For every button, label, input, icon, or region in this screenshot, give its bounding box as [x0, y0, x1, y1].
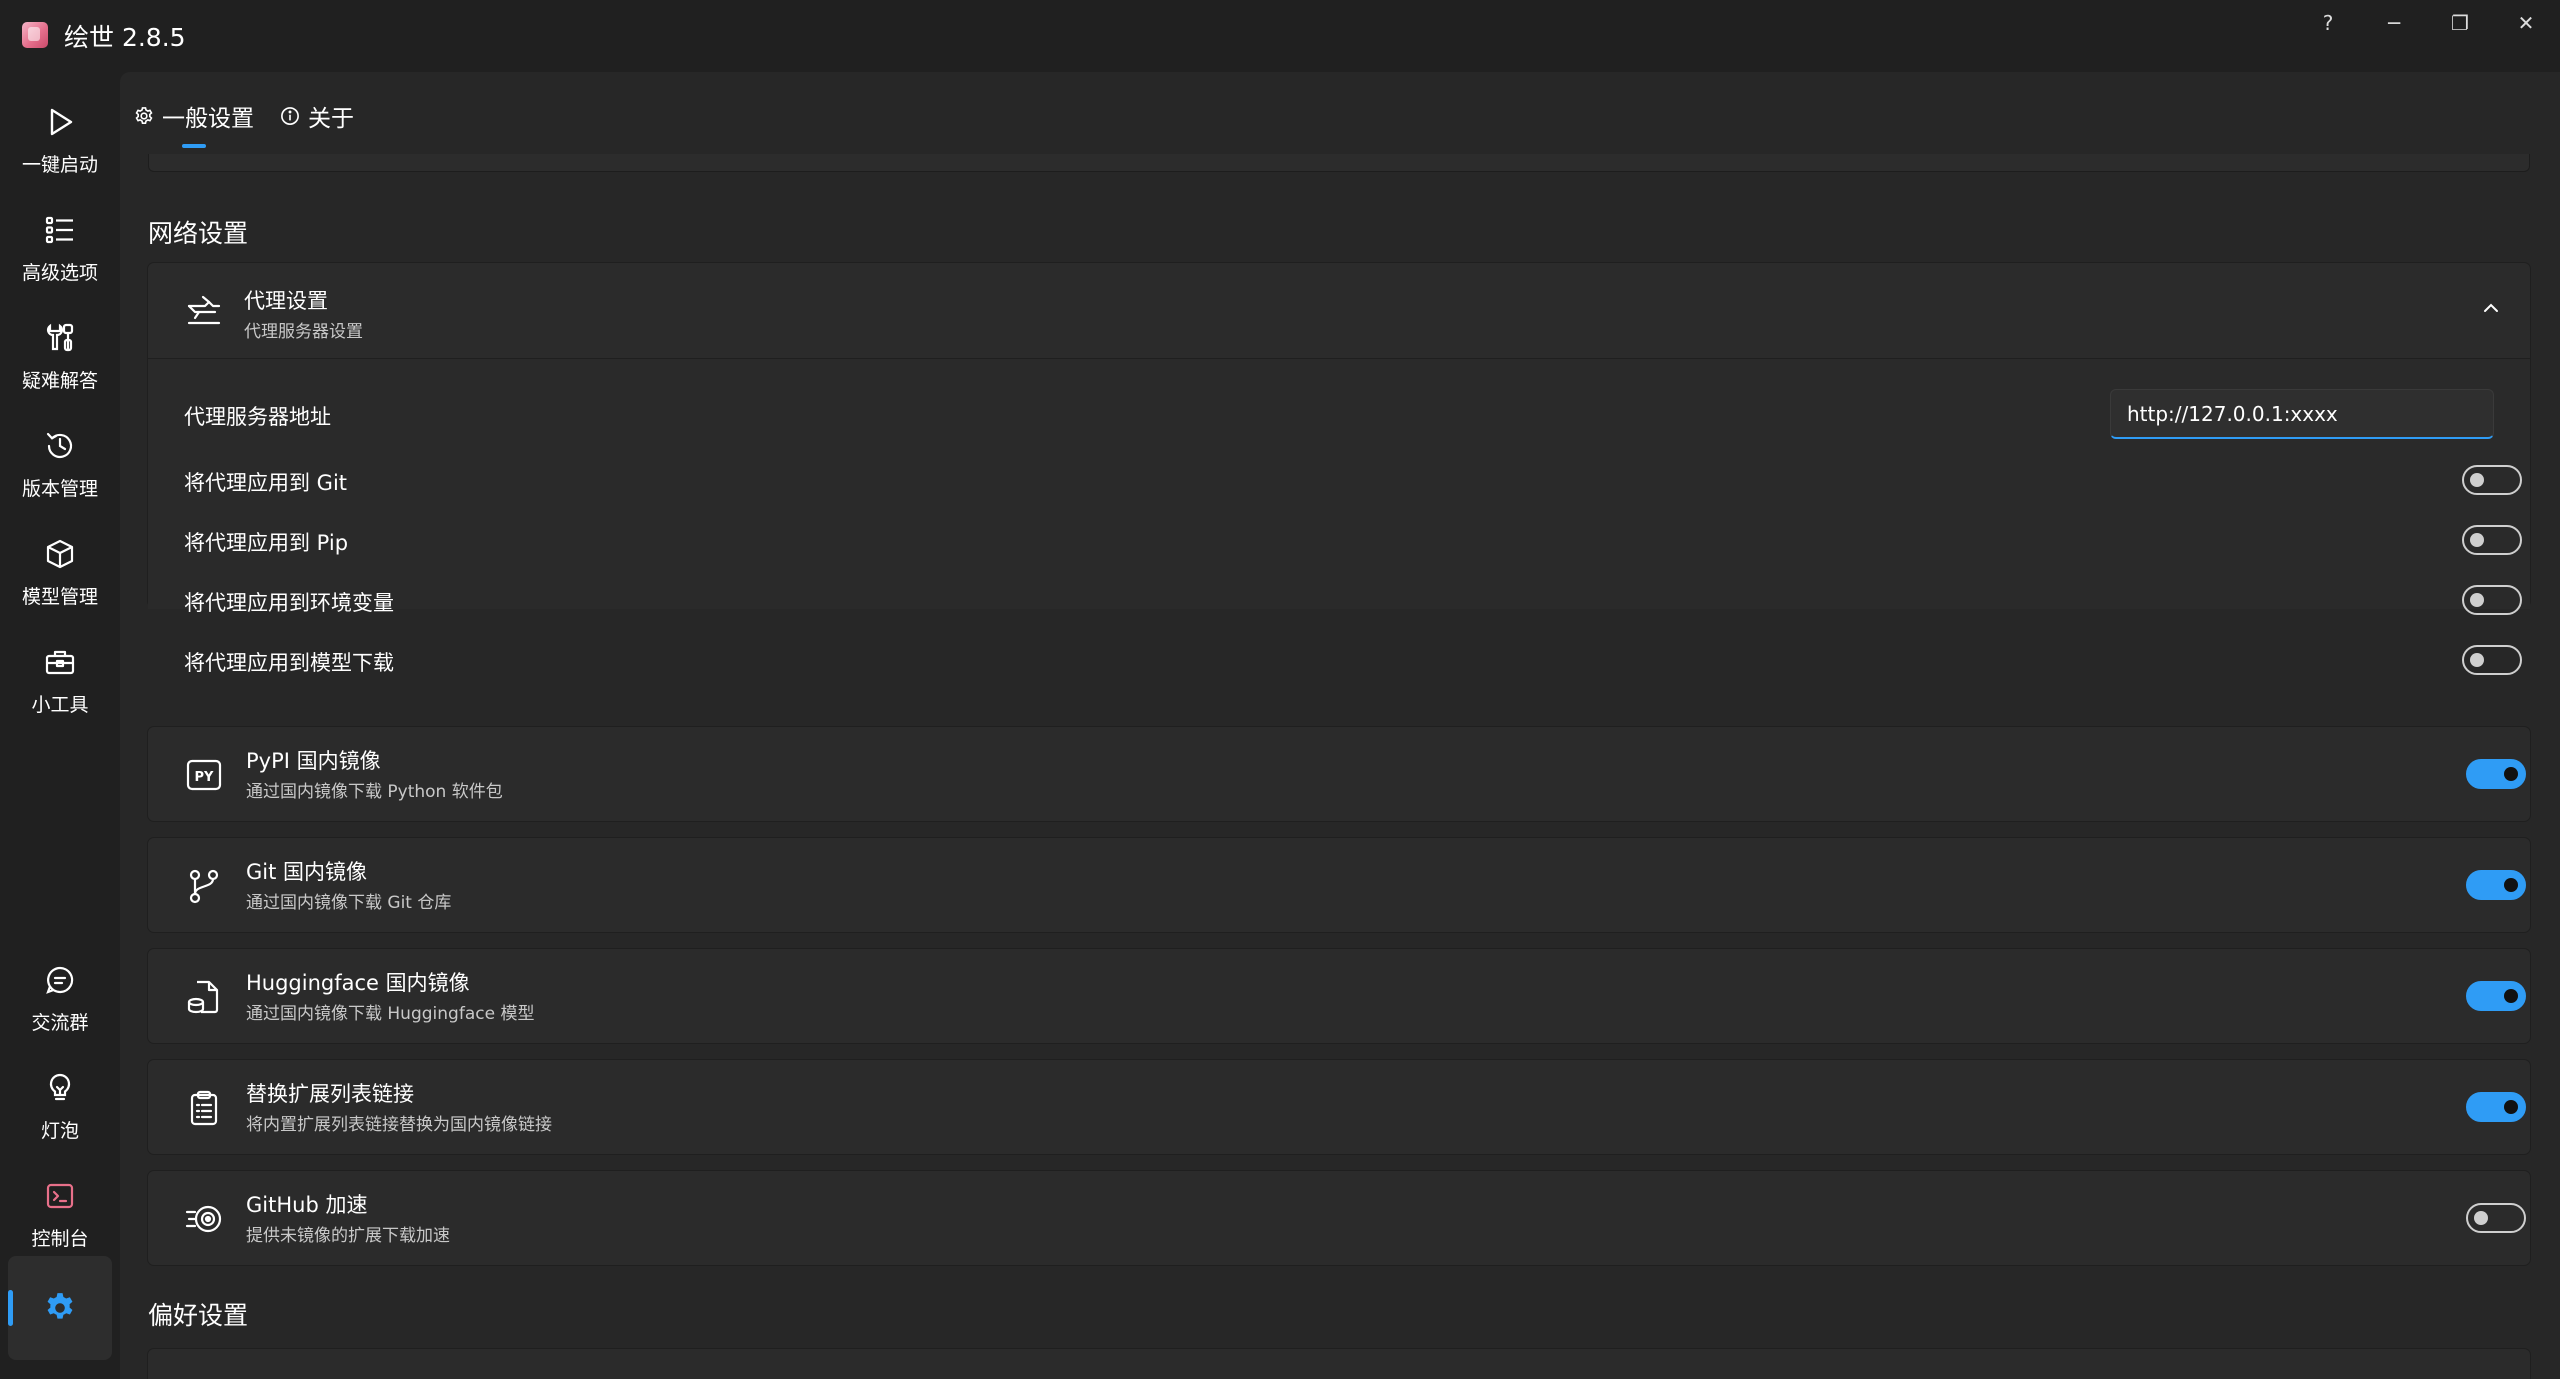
proxy-settings-body: 代理服务器地址 将代理应用到 Git 将代理应用到 Pip 将代理应用到环境变量	[148, 359, 2530, 615]
list-icon	[42, 212, 78, 248]
proxy-icon	[184, 291, 224, 331]
proxy-model-download-toggle[interactable]	[2462, 645, 2522, 675]
sidebar-item-bulb[interactable]: 灯泡	[8, 1052, 112, 1156]
maximize-button[interactable]: ❐	[2428, 0, 2492, 46]
tab-selected-indicator	[182, 144, 206, 148]
sidebar-item-label: 交流群	[31, 1012, 89, 1034]
sidebar: 一键启动 高级选项 疑难解答 版本管理 模型管理 小工具 交流群 灯泡 控制台	[0, 72, 120, 1379]
huggingface-mirror-description: 通过国内镜像下载 Huggingface 模型	[246, 1004, 535, 1024]
title-bar: 绘世 2.8.5 ? ─ ❐ ✕	[0, 0, 2560, 72]
active-indicator	[8, 1290, 13, 1326]
history-icon	[42, 428, 78, 464]
git-branch-icon	[184, 866, 224, 906]
extension-list-title: 替换扩展列表链接	[246, 1082, 414, 1106]
git-mirror-title: Git 国内镜像	[246, 860, 368, 884]
github-accel-card: GitHub 加速 提供未镜像的扩展下载加速	[147, 1170, 2531, 1266]
tab-about[interactable]: 关于	[280, 96, 354, 136]
sidebar-item-troubleshoot[interactable]: 疑难解答	[8, 302, 112, 406]
proxy-pip-label: 将代理应用到 Pip	[184, 531, 349, 555]
pypi-icon: PY	[184, 755, 224, 795]
settings-gear-icon	[42, 1290, 78, 1326]
main-content: 一般设置 关于 网络设置 代理设置 代理服务器设置 代理服务器地址 http:/…	[120, 72, 2560, 1379]
tab-bar: 一般设置 关于	[120, 72, 2560, 154]
svg-text:PY: PY	[195, 770, 215, 785]
proxy-model-download-label: 将代理应用到模型下载	[184, 651, 394, 675]
sidebar-item-launch[interactable]: 一键启动	[8, 86, 112, 190]
git-mirror-toggle[interactable]	[2466, 870, 2526, 900]
tab-label: 关于	[308, 106, 354, 132]
extension-list-description: 将内置扩展列表链接替换为国内镜像链接	[246, 1115, 552, 1135]
sidebar-item-label: 一键启动	[21, 154, 98, 176]
lightbulb-icon	[42, 1070, 78, 1106]
sidebar-item-label: 版本管理	[21, 478, 98, 500]
proxy-git-toggle[interactable]	[2462, 465, 2522, 495]
pypi-mirror-description: 通过国内镜像下载 Python 软件包	[246, 782, 503, 802]
network-section-title: 网络设置	[148, 219, 249, 248]
preferences-card-edge	[147, 1348, 2531, 1379]
huggingface-mirror-title: Huggingface 国内镜像	[246, 971, 470, 995]
model-file-icon	[184, 977, 224, 1017]
huggingface-mirror-card: Huggingface 国内镜像 通过国内镜像下载 Huggingface 模型	[147, 948, 2531, 1044]
app-logo-icon	[22, 22, 48, 48]
toolbox-icon	[42, 644, 78, 680]
proxy-address-label: 代理服务器地址	[184, 405, 331, 429]
sidebar-item-label: 小工具	[31, 694, 89, 716]
sidebar-item-label: 疑难解答	[21, 370, 98, 392]
play-icon	[42, 104, 78, 140]
pypi-mirror-card: PY PyPI 国内镜像 通过国内镜像下载 Python 软件包	[147, 726, 2531, 822]
sidebar-item-advanced[interactable]: 高级选项	[8, 194, 112, 298]
sidebar-item-settings[interactable]	[8, 1256, 112, 1360]
tab-general-settings[interactable]: 一般设置	[134, 96, 254, 136]
tab-label: 一般设置	[162, 106, 254, 132]
proxy-settings-header[interactable]: 代理设置 代理服务器设置	[148, 263, 2530, 359]
chat-icon	[42, 962, 78, 998]
proxy-address-input[interactable]	[2110, 389, 2494, 439]
proxy-env-toggle[interactable]	[2462, 585, 2522, 615]
sidebar-item-label: 高级选项	[21, 262, 98, 284]
preferences-section-title: 偏好设置	[148, 1301, 249, 1330]
proxy-settings-title: 代理设置	[244, 289, 328, 313]
proxy-settings-description: 代理服务器设置	[244, 322, 363, 342]
github-accel-title: GitHub 加速	[246, 1193, 368, 1217]
minimize-button[interactable]: ─	[2362, 0, 2426, 46]
sidebar-item-tools[interactable]: 小工具	[8, 626, 112, 730]
sidebar-item-label: 模型管理	[21, 586, 98, 608]
proxy-git-label: 将代理应用到 Git	[184, 471, 348, 495]
previous-card-edge	[148, 154, 2530, 172]
help-button[interactable]: ?	[2296, 0, 2360, 46]
clipboard-list-icon	[184, 1088, 224, 1128]
git-mirror-description: 通过国内镜像下载 Git 仓库	[246, 893, 452, 913]
sidebar-item-label: 灯泡	[40, 1120, 79, 1142]
extension-list-card: 替换扩展列表链接 将内置扩展列表链接替换为国内镜像链接	[147, 1059, 2531, 1155]
proxy-env-label: 将代理应用到环境变量	[184, 591, 394, 615]
sidebar-item-models[interactable]: 模型管理	[8, 518, 112, 622]
proxy-settings-card: 代理设置 代理服务器设置 代理服务器地址 将代理应用到 Git 将代理应用到 P…	[147, 262, 2531, 675]
sidebar-item-console[interactable]: 控制台	[8, 1160, 112, 1264]
speed-icon	[184, 1199, 224, 1239]
gear-icon	[134, 106, 154, 126]
info-icon	[280, 106, 300, 126]
github-accel-toggle[interactable]	[2466, 1203, 2526, 1233]
github-accel-description: 提供未镜像的扩展下载加速	[246, 1226, 450, 1246]
app-title: 绘世 2.8.5	[64, 23, 186, 52]
pypi-mirror-title: PyPI 国内镜像	[246, 749, 381, 773]
sidebar-item-versions[interactable]: 版本管理	[8, 410, 112, 514]
tools-icon	[42, 320, 78, 356]
chevron-up-icon[interactable]	[2482, 299, 2500, 317]
sidebar-item-label: 控制台	[31, 1228, 89, 1250]
huggingface-mirror-toggle[interactable]	[2466, 981, 2526, 1011]
proxy-pip-toggle[interactable]	[2462, 525, 2522, 555]
console-icon	[42, 1178, 78, 1214]
extension-list-toggle[interactable]	[2466, 1092, 2526, 1122]
git-mirror-card: Git 国内镜像 通过国内镜像下载 Git 仓库	[147, 837, 2531, 933]
pypi-mirror-toggle[interactable]	[2466, 759, 2526, 789]
sidebar-item-community[interactable]: 交流群	[8, 944, 112, 1048]
cube-icon	[42, 536, 78, 572]
close-button[interactable]: ✕	[2494, 0, 2558, 46]
